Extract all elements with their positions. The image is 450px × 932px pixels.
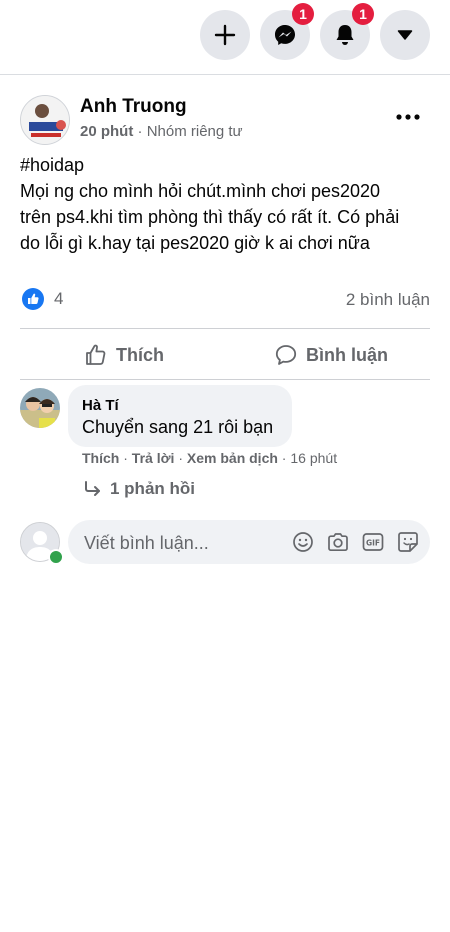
- comment-time[interactable]: 16 phút: [290, 450, 337, 466]
- post-time[interactable]: 20 phút: [80, 123, 133, 140]
- more-options-icon: [396, 114, 420, 120]
- post-meta: 20 phút · Nhóm riêng tư: [80, 123, 243, 140]
- plus-icon: [214, 24, 236, 46]
- messenger-badge: 1: [292, 3, 314, 25]
- emoji-icon: [293, 532, 313, 552]
- messenger-icon: [275, 25, 295, 45]
- post-text-line: trên ps4.khi tìm phòng thì thấy có rất í…: [20, 207, 400, 227]
- divider: [20, 328, 430, 329]
- comment-bubble: Hà Tí Chuyển sang 21 rôi bạn: [68, 385, 292, 447]
- gif-button[interactable]: GIF: [361, 531, 385, 553]
- author-avatar-image: [21, 96, 69, 144]
- bell-icon: [336, 25, 354, 45]
- like-label: Thích: [116, 344, 164, 365]
- notifications-badge: 1: [352, 3, 374, 25]
- like-reaction-icon: [22, 288, 44, 310]
- photo-button[interactable]: [326, 531, 350, 553]
- dot-separator: ·: [119, 450, 132, 466]
- comment-composer: GIF: [68, 520, 430, 564]
- account-menu-button[interactable]: [380, 10, 430, 60]
- comment-input[interactable]: [82, 528, 286, 558]
- emoji-button[interactable]: [291, 531, 315, 553]
- like-button[interactable]: Thích: [84, 340, 164, 370]
- comment-count-link[interactable]: 2 bình luận: [346, 290, 430, 310]
- thumbs-up-icon: [86, 344, 106, 365]
- comment-button[interactable]: Bình luận: [274, 340, 388, 370]
- meta-separator: ·: [133, 123, 147, 140]
- sticker-icon: [398, 532, 418, 552]
- create-button[interactable]: [200, 10, 250, 60]
- dot-separator: ·: [174, 450, 187, 466]
- caret-down-icon: [397, 30, 413, 40]
- svg-text:GIF: GIF: [366, 539, 380, 548]
- replies-label: 1 phản hồi: [110, 479, 195, 498]
- reaction-summary[interactable]: 4: [22, 288, 63, 310]
- reply-arrow-icon: [85, 481, 100, 496]
- divider: [20, 379, 430, 380]
- reaction-count: 4: [54, 289, 64, 308]
- view-replies-link[interactable]: 1 phản hồi: [84, 479, 195, 499]
- author-avatar[interactable]: [20, 95, 70, 145]
- notifications-button[interactable]: 1: [320, 3, 374, 60]
- comment-text: Chuyển sang 21 rôi bạn: [82, 417, 274, 437]
- camera-icon: [328, 533, 348, 552]
- online-status-dot: [48, 549, 64, 565]
- comment-author-name[interactable]: Hà Tí: [82, 397, 119, 414]
- post-text-line: Mọi ng cho mình hỏi chút.mình chơi pes20…: [20, 181, 381, 201]
- post-options-button[interactable]: [390, 103, 426, 131]
- messenger-button[interactable]: 1: [260, 3, 314, 60]
- gif-icon: GIF: [362, 533, 384, 551]
- see-translation-link[interactable]: Xem bản dịch: [187, 450, 278, 466]
- comment-actions: Thích · Trả lời · Xem bản dịch · 16 phút: [82, 450, 337, 466]
- post-hashtag[interactable]: #hoidap: [20, 152, 430, 178]
- commenter-avatar-image: [20, 388, 60, 428]
- sticker-button[interactable]: [396, 531, 420, 553]
- post-audience: Nhóm riêng tư: [146, 123, 243, 140]
- commenter-avatar[interactable]: [20, 388, 60, 428]
- post-body: #hoidap Mọi ng cho mình hỏi chút.mình ch…: [20, 152, 430, 256]
- comment-like-link[interactable]: Thích: [82, 450, 119, 466]
- top-bar: 1 1: [0, 0, 450, 75]
- comment-icon: [275, 345, 297, 365]
- post-author-name[interactable]: Anh Truong: [80, 96, 187, 118]
- comment-reply-link[interactable]: Trả lời: [132, 450, 175, 466]
- comment-label: Bình luận: [306, 344, 388, 365]
- dot-separator: ·: [277, 450, 291, 466]
- post-text-line: do lỗi gì k.hay tại pes2020 giờ k ai chơ…: [20, 233, 370, 253]
